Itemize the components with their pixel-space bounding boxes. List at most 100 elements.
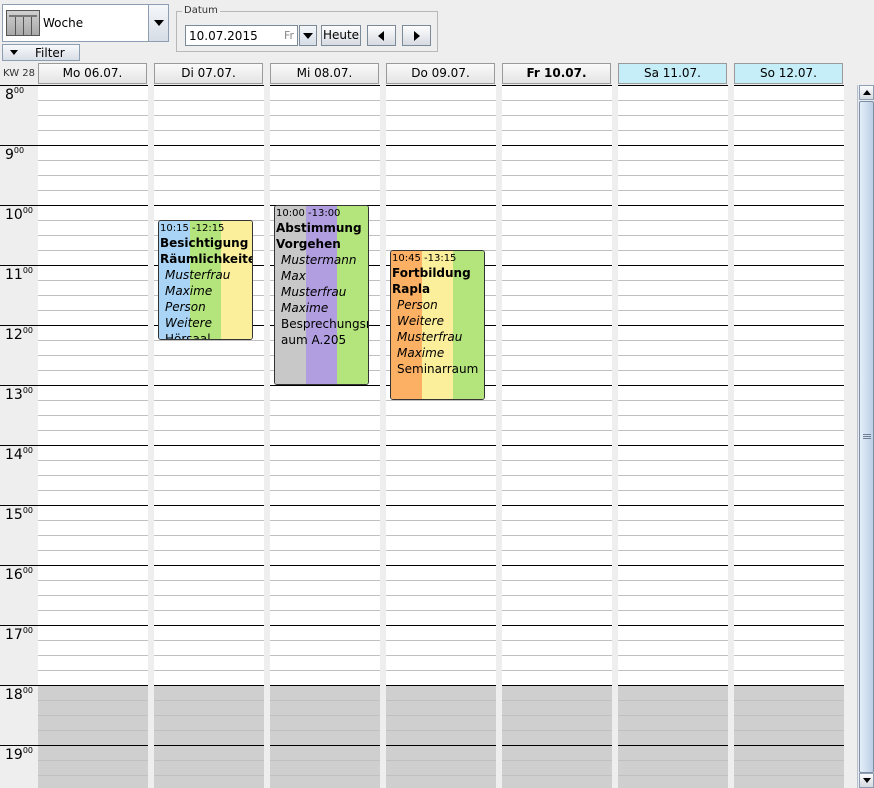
arrow-down-icon [863, 778, 871, 783]
appointment-time: 10:15 -12:15 [160, 223, 225, 234]
hour-minutes: 00 [22, 566, 34, 575]
appointment-person: Maxime [397, 346, 445, 360]
hour-minutes: 00 [22, 746, 34, 755]
appointment-title: Vorgehen [276, 237, 341, 251]
day-header[interactable]: Mi 08.07. [270, 63, 379, 84]
day-column[interactable] [386, 85, 496, 788]
appointment-room: aum A.205 [281, 333, 347, 347]
day-header[interactable]: So 12.07. [734, 63, 843, 84]
previous-week-button[interactable] [367, 25, 396, 46]
filter-button[interactable]: Filter [2, 44, 80, 61]
day-header[interactable]: Mo 06.07. [38, 63, 147, 84]
hour-minutes: 00 [13, 146, 25, 155]
calendar-app: Woche Filter Datum 10.07.2015 Fr Heute K… [0, 0, 874, 788]
appointment-content: 10:45 -13:15 Fortbildung Rapla Person Weite… [392, 252, 484, 377]
date-group: Datum 10.07.2015 Fr Heute [176, 5, 438, 52]
time-grid [734, 85, 844, 788]
next-week-button[interactable] [402, 25, 431, 46]
hour-minutes: 00 [22, 686, 34, 695]
view-select-label: Woche [43, 16, 84, 30]
arrow-right-icon [414, 31, 420, 41]
hour-label: 1000 [5, 206, 34, 223]
scroll-up-button[interactable] [859, 85, 874, 100]
day-column[interactable] [154, 85, 264, 788]
grip-line [863, 436, 871, 437]
hour-number: 8 [5, 87, 14, 103]
week-number: KW 28 [3, 68, 35, 79]
day-column[interactable] [38, 85, 148, 788]
arrow-up-icon [863, 90, 871, 95]
hour-label: 800 [5, 86, 24, 103]
hour-label: 1500 [5, 506, 34, 523]
appointment-person: Musterfrau [397, 330, 463, 344]
day-header[interactable]: Fr 10.07. [502, 63, 611, 84]
time-grid [270, 85, 380, 788]
appointment-content: 10:00 -13:00 Abstimmung Vorgehen Mustermann… [276, 207, 368, 348]
hour-number: 17 [5, 627, 23, 643]
day-header[interactable]: Sa 11.07. [618, 63, 727, 84]
scroll-down-button[interactable] [859, 773, 874, 788]
hour-label: 1700 [5, 626, 34, 643]
appointment[interactable]: 10:00 -13:00 Abstimmung Vorgehen Mustermann… [274, 205, 369, 385]
time-grid [154, 85, 264, 788]
time-grid [38, 85, 148, 788]
time-grid [386, 85, 496, 788]
appointment-person: Max [281, 269, 306, 283]
hour-label: 900 [5, 146, 25, 163]
view-dropdown-button[interactable] [148, 5, 168, 41]
appointment-title: Fortbildung [392, 266, 471, 280]
today-button[interactable]: Heute [321, 25, 361, 46]
day-column[interactable] [270, 85, 380, 788]
date-value: 10.07.2015 [189, 29, 258, 43]
date-weekday: Fr [283, 29, 294, 42]
chevron-down-icon [303, 33, 313, 39]
hour-minutes: 00 [22, 206, 34, 215]
hour-label: 1300 [5, 386, 33, 403]
appointment-title: Rapla [392, 282, 431, 296]
appointment-person: Person Weitere [397, 298, 444, 328]
appointment-person: Musterfrau [281, 285, 347, 299]
appointment-person: Maxime [165, 284, 213, 298]
appointment-title: Räumlichkeiten [160, 252, 252, 266]
hour-minutes: 00 [22, 506, 34, 515]
appointment-person: Mustermann [281, 253, 357, 267]
day-header[interactable]: Do 09.07. [386, 63, 495, 84]
hour-number: 15 [5, 507, 23, 523]
hour-label: 1400 [5, 446, 34, 463]
view-select[interactable]: Woche [2, 4, 169, 42]
day-column[interactable] [734, 85, 844, 788]
day-column[interactable] [502, 85, 612, 788]
chevron-down-icon [154, 20, 164, 26]
appointment-person: Person Weitere [165, 300, 212, 330]
hour-number: 13 [5, 387, 23, 403]
appointment-room: Besprechungsr [281, 317, 369, 331]
appointment[interactable]: 10:45 -13:15 Fortbildung Rapla Person Weite… [390, 250, 485, 400]
appointment[interactable]: 10:15 -12:15 Besichtigung Räumlichkeiten Mu… [158, 220, 253, 340]
hour-minutes: 00 [22, 266, 34, 275]
day-header[interactable]: Di 07.07. [154, 63, 263, 84]
appointment-title: Abstimmung [276, 221, 362, 235]
hour-label: 1600 [5, 566, 34, 583]
hour-label: 1100 [5, 266, 34, 283]
hour-minutes: 00 [22, 626, 34, 635]
hour-minutes: 00 [22, 326, 34, 335]
appointment-room: Seminarraum [397, 362, 479, 376]
calendar-week-icon [6, 10, 40, 36]
time-gutter: 800 900 1000 1100 1200 1300 1400 1500 1600 1700 18… [0, 85, 38, 788]
hour-number: 11 [5, 267, 23, 283]
chevron-down-icon [10, 50, 18, 55]
vertical-scrollbar[interactable] [857, 85, 874, 788]
scrollbar-thumb[interactable] [859, 101, 874, 773]
hour-label: 1800 [5, 686, 34, 703]
date-picker-button[interactable] [299, 25, 317, 46]
time-grid [618, 85, 728, 788]
day-column[interactable] [618, 85, 728, 788]
date-input[interactable]: 10.07.2015 Fr [185, 25, 298, 46]
hour-number: 18 [5, 687, 23, 703]
hour-minutes: 00 [22, 446, 34, 455]
appointment-room: Hörsaal [165, 332, 211, 340]
time-grid [502, 85, 612, 788]
appointment-title: Besichtigung [160, 236, 249, 250]
date-group-legend: Datum [182, 5, 220, 16]
hour-label: 1200 [5, 326, 34, 343]
